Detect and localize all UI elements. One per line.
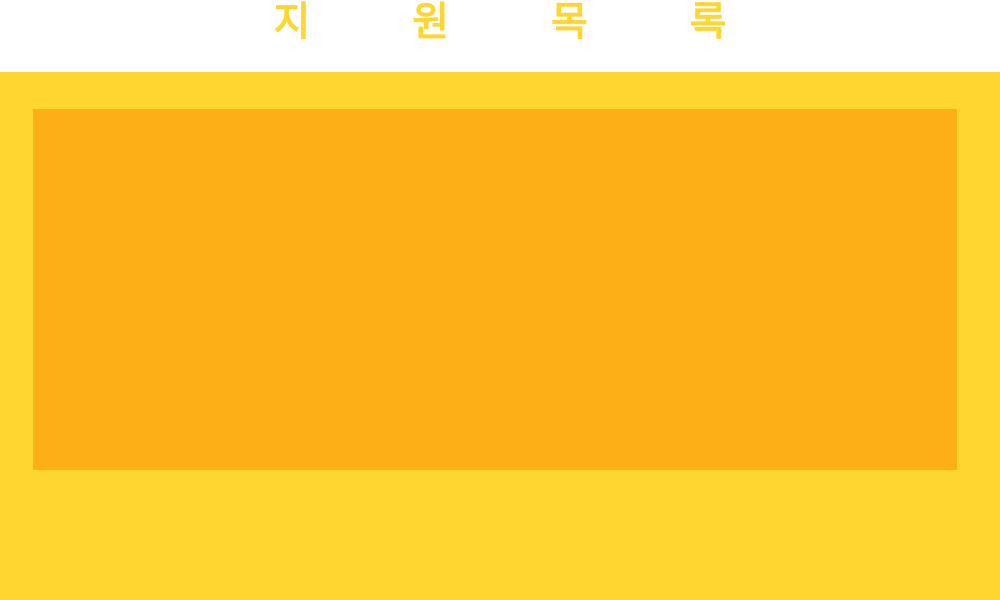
- title-bar: 지 원 목 록: [0, 0, 1000, 72]
- support-list-page: 지 원 목 록: [0, 0, 1000, 600]
- list-content-area: [33, 109, 957, 470]
- page-title: 지 원 목 록: [273, 0, 771, 45]
